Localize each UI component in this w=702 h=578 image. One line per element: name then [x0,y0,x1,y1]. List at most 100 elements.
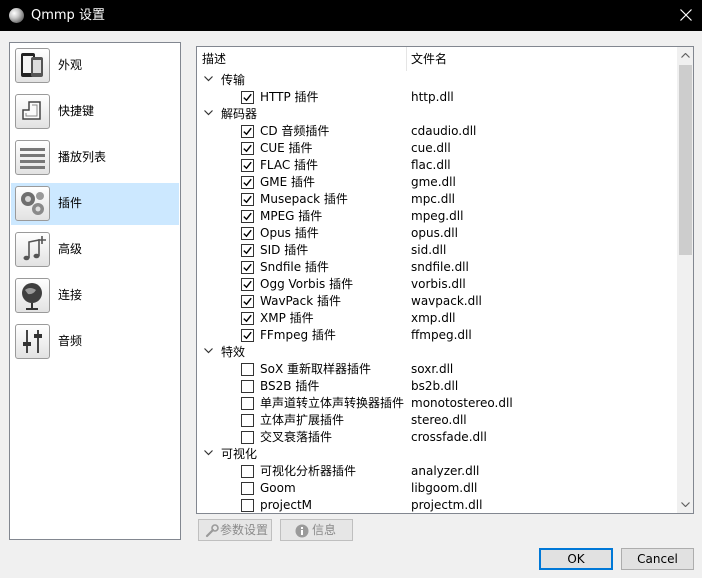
plugin-row[interactable]: Ogg Vorbis 插件 vorbis.dll [197,276,677,293]
plugin-row[interactable]: BS2B 插件 bs2b.dll [197,378,677,395]
checkmark-icon [243,263,252,272]
plugin-row[interactable]: FLAC 插件 flac.dll [197,157,677,174]
vertical-scrollbar[interactable] [677,47,693,513]
plugin-checkbox[interactable] [241,329,254,342]
plugin-checkbox[interactable] [241,414,254,427]
plugin-row[interactable]: CUE 插件 cue.dll [197,140,677,157]
sidebar-item-plugins[interactable]: 插件 [11,183,179,225]
expand-arrow-icon[interactable] [204,347,214,357]
sidebar-item-label: 快捷键 [58,104,95,118]
plugin-checkbox[interactable] [241,176,254,189]
sidebar-item-advanced[interactable]: 高级 [11,229,179,271]
plugin-checkbox[interactable] [241,295,254,308]
plugin-filename: flac.dll [411,158,451,172]
plugin-filename: gme.dll [411,175,456,189]
plugin-description: SID 插件 [260,243,309,257]
ok-button[interactable]: OK [539,548,613,570]
cancel-button-label: Cancel [637,552,678,566]
plugin-row[interactable]: CD 音频插件 cdaudio.dll [197,123,677,140]
information-button[interactable]: 信息 [280,519,353,541]
window-title: Qmmp 设置 [31,8,105,23]
plugin-checkbox[interactable] [241,244,254,257]
plugin-row[interactable]: XMP 插件 xmp.dll [197,310,677,327]
plugin-row[interactable]: GME 插件 gme.dll [197,174,677,191]
cancel-button[interactable]: Cancel [621,548,694,570]
expand-arrow-icon[interactable] [204,449,214,459]
plugin-checkbox[interactable] [241,159,254,172]
plugin-checkbox[interactable] [241,431,254,444]
plugin-row[interactable]: 单声道转立体声转换器插件 monotostereo.dll [197,395,677,412]
plugin-filename: sid.dll [411,243,447,257]
connection-icon [15,278,50,313]
scroll-down-button[interactable] [677,496,693,513]
sidebar-item-shortcuts[interactable]: 快捷键 [11,91,179,133]
tree-group-row[interactable]: 解码器 [197,106,677,123]
plugin-row[interactable]: FFmpeg 插件 ffmpeg.dll [197,327,677,344]
column-header-filename[interactable]: 文件名 [411,52,447,66]
expand-arrow-icon[interactable] [204,109,214,119]
plugin-description: CUE 插件 [260,141,313,155]
plugin-row[interactable]: Opus 插件 opus.dll [197,225,677,242]
plugin-checkbox[interactable] [241,193,254,206]
tree-group-row[interactable]: 传输 [197,72,677,89]
plugin-checkbox[interactable] [241,142,254,155]
tree-group-row[interactable]: 特效 [197,344,677,361]
plugin-filename: sndfile.dll [411,260,469,274]
column-divider[interactable] [406,47,407,71]
plugin-checkbox[interactable] [241,363,254,376]
plugin-row[interactable]: projectM projectm.dll [197,497,677,513]
plugin-description: Musepack 插件 [260,192,348,206]
plugin-row[interactable]: 可视化分析器插件 analyzer.dll [197,463,677,480]
checkmark-icon [243,246,252,255]
plugin-row[interactable]: SoX 重新取样器插件 soxr.dll [197,361,677,378]
plugin-checkbox[interactable] [241,499,254,512]
plugin-description: Sndfile 插件 [260,260,329,274]
plugins-icon [15,186,50,221]
plugin-description: CD 音频插件 [260,124,330,138]
checkmark-icon [243,127,252,136]
plugin-checkbox[interactable] [241,397,254,410]
sidebar-item-audio[interactable]: 音频 [11,321,179,363]
plugin-row[interactable]: WavPack 插件 wavpack.dll [197,293,677,310]
expand-arrow-icon[interactable] [204,75,214,85]
preferences-button[interactable]: 参数设置 [198,519,272,541]
checkmark-icon [243,195,252,204]
plugin-row[interactable]: HTTP 插件 http.dll [197,89,677,106]
preferences-button-label: 参数设置 [220,523,269,537]
sidebar-item-appearance[interactable]: 外观 [11,45,179,87]
plugin-row[interactable]: Musepack 插件 mpc.dll [197,191,677,208]
plugin-row[interactable]: MPEG 插件 mpeg.dll [197,208,677,225]
plugin-checkbox[interactable] [241,210,254,223]
plugin-row[interactable]: 立体声扩展插件 stereo.dll [197,412,677,429]
plugin-checkbox[interactable] [241,125,254,138]
plugin-row[interactable]: 交叉衰落插件 crossfade.dll [197,429,677,446]
plugin-checkbox[interactable] [241,312,254,325]
ok-button-label: OK [567,552,585,566]
sidebar-item-connection[interactable]: 连接 [11,275,179,317]
plugin-checkbox[interactable] [241,261,254,274]
close-button[interactable] [670,0,702,31]
plugin-checkbox[interactable] [241,91,254,104]
plugin-filename: stereo.dll [411,413,467,427]
column-header-description[interactable]: 描述 [202,52,226,66]
checkmark-icon [243,144,252,153]
checkmark-icon [243,297,252,306]
checkmark-icon [243,314,252,323]
plugin-filename: cdaudio.dll [411,124,477,138]
scroll-up-button[interactable] [677,47,693,64]
plugin-checkbox[interactable] [241,380,254,393]
chevron-down-icon [681,502,690,507]
plugin-row[interactable]: Sndfile 插件 sndfile.dll [197,259,677,276]
plugin-description: FFmpeg 插件 [260,328,336,342]
plugin-row[interactable]: Goom libgoom.dll [197,480,677,497]
plugin-row[interactable]: SID 插件 sid.dll [197,242,677,259]
group-label: 特效 [221,345,246,359]
plugin-checkbox[interactable] [241,465,254,478]
sidebar-item-playlist[interactable]: 播放列表 [11,137,179,179]
plugin-checkbox[interactable] [241,482,254,495]
shortcuts-icon [15,94,50,129]
tree-group-row[interactable]: 可视化 [197,446,677,463]
plugin-checkbox[interactable] [241,278,254,291]
plugin-checkbox[interactable] [241,227,254,240]
scroll-thumb[interactable] [679,65,692,255]
